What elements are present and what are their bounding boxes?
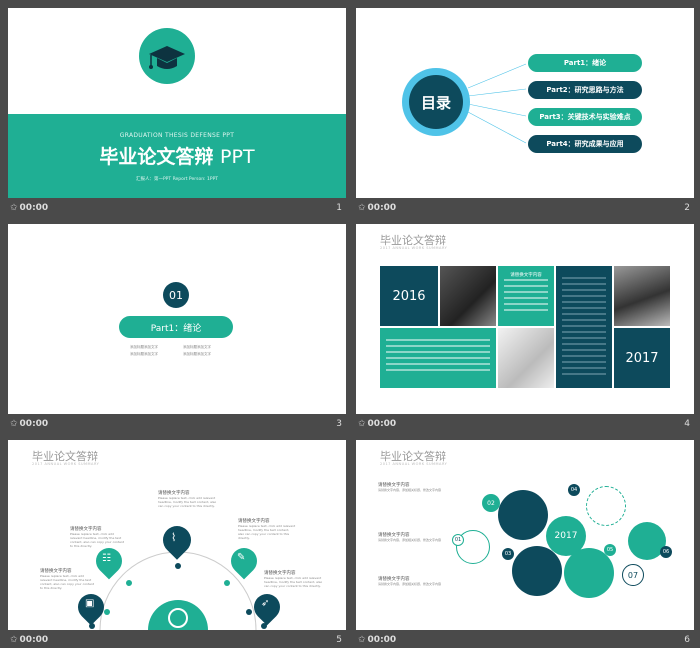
reporter-text: 汇报人：第一PPT Report Person: 1PPT bbox=[135, 177, 219, 182]
toc-part-3[interactable]: Part3：关键技术与实验难点 bbox=[528, 108, 642, 126]
caption-left-2: 请替换文字内容 Please replace text, click add r… bbox=[40, 568, 96, 590]
animation-star-icon: ✩ bbox=[358, 635, 366, 645]
toc-part-4[interactable]: Part4：研究成果与应用 bbox=[528, 135, 642, 153]
bubble-teal-bottom bbox=[564, 548, 614, 598]
toc-part-2[interactable]: Part2：研究思路与方法 bbox=[528, 81, 642, 99]
bubble-outline-top-right bbox=[586, 486, 626, 526]
bubble-label-05: 05 bbox=[604, 544, 616, 556]
slide-time: 00:00 bbox=[19, 635, 49, 645]
animation-star-icon: ✩ bbox=[10, 635, 18, 645]
slide-time: 00:00 bbox=[367, 635, 397, 645]
caption-left-1: 请替换文字内容 Please replace text, click add r… bbox=[70, 526, 126, 548]
slide-number: 6 bbox=[684, 635, 690, 645]
bubble-label-06: 06 bbox=[660, 546, 672, 558]
slide-number: 3 bbox=[336, 419, 342, 429]
bubble-navy-bottom-left bbox=[512, 546, 562, 596]
slide-number: 5 bbox=[336, 635, 342, 645]
paperclip-icon: ⌇ bbox=[171, 531, 177, 544]
bubble-label: 07 bbox=[627, 570, 639, 580]
slide-time: 00:00 bbox=[367, 203, 397, 213]
slide-subtitle: 2017 ANNUAL WORK SUMMARY bbox=[380, 462, 448, 466]
slide-time: 00:00 bbox=[19, 203, 49, 213]
text-placeholder-lines bbox=[386, 277, 606, 375]
bubble-label: 05 bbox=[606, 547, 614, 553]
bubble-label: 04 bbox=[570, 487, 578, 493]
section-bullets: 添加标题添加文字 添加标题添加文字 添加标题添加文字 添加标题添加文字 bbox=[130, 345, 230, 357]
bullet-text: 添加标题添加文字 bbox=[183, 352, 211, 356]
bullet-text: 添加标题添加文字 bbox=[130, 345, 158, 349]
caption-right-1: 请替换文字内容 Please replace text, click add r… bbox=[238, 518, 296, 540]
slide-number: 1 bbox=[336, 203, 342, 213]
bubble-label-01: 01 bbox=[452, 534, 464, 546]
left-text-3: 请替换文字内容 请替换文字内容，添加相关标题，修改文字内容 bbox=[378, 576, 446, 586]
rocket-icon: ➶ bbox=[261, 598, 270, 609]
slide-thumb-6[interactable]: 毕业论文答辩 2017 ANNUAL WORK SUMMARY 请替换文字内容 … bbox=[356, 440, 694, 630]
slide-time: 00:00 bbox=[367, 419, 397, 429]
left-text-2: 请替换文字内容 请替换文字内容，添加相关标题，修改文字内容 bbox=[378, 532, 446, 542]
bullet-text: 添加标题添加文字 bbox=[183, 345, 211, 349]
main-title: 毕业论文答辩 PPT bbox=[99, 146, 255, 168]
caption-body: Please replace text, click add relevant … bbox=[264, 576, 323, 588]
slide-thumb-5[interactable]: 毕业论文答辩 2017 ANNUAL WORK SUMMARY ☷ ⌇ ✎ ➶ … bbox=[8, 440, 346, 630]
slide-number: 2 bbox=[684, 203, 690, 213]
animation-star-icon: ✩ bbox=[358, 419, 366, 429]
caption-body: Please replace text, click add relevant … bbox=[238, 524, 296, 540]
bubble-label-04: 04 bbox=[568, 484, 580, 496]
globe-icon bbox=[168, 608, 188, 628]
slide-bar-3: ✩ 00:00 3 bbox=[8, 414, 346, 434]
slide-bar-2: ✩ 00:00 2 bbox=[356, 198, 694, 218]
slide-thumb-1[interactable]: GRADUATION THESIS DEFENSE PPT 毕业论文答辩 PPT… bbox=[8, 8, 346, 198]
cap-circle bbox=[139, 28, 195, 84]
animation-star-icon: ✩ bbox=[10, 419, 18, 429]
eyebrow-text: GRADUATION THESIS DEFENSE PPT bbox=[119, 132, 235, 139]
slide-thumb-3[interactable]: 01 Part1：绪论 添加标题添加文字 添加标题添加文字 添加标题添加文字 添… bbox=[8, 224, 346, 414]
text-body: 请替换文字内容，添加相关标题，修改文字内容 bbox=[378, 538, 442, 542]
caption-body: Please replace text, click add relevant … bbox=[158, 496, 217, 508]
left-text-1: 请替换文字内容 请替换文字内容，添加相关标题，修改文字内容 bbox=[378, 482, 446, 492]
bubble-navy-top bbox=[498, 490, 548, 540]
team-icon: ☷ bbox=[102, 553, 111, 564]
animation-star-icon: ✩ bbox=[358, 203, 366, 213]
caption-body: Please replace text, click add relevant … bbox=[70, 532, 125, 548]
bubble-teal-small: 02 bbox=[482, 494, 500, 512]
caption-right-2: 请替换文字内容 Please replace text, click add r… bbox=[264, 570, 324, 588]
caption-body: Please replace text, click add relevant … bbox=[40, 574, 95, 590]
bus-icon: ▣ bbox=[85, 598, 95, 609]
bullet-text: 添加标题添加文字 bbox=[130, 352, 158, 356]
toc-label: 目录 bbox=[420, 93, 451, 112]
bubble-label: 01 bbox=[454, 537, 462, 543]
bubble-label: 03 bbox=[504, 551, 512, 557]
slide-bar-1: ✩ 00:00 1 bbox=[8, 198, 346, 218]
slide-bar-6: ✩ 00:00 6 bbox=[356, 630, 694, 648]
section-pill: Part1：绪论 bbox=[119, 316, 233, 338]
slide-number: 4 bbox=[684, 419, 690, 429]
graduation-cap-icon bbox=[149, 46, 185, 69]
toc-part-1[interactable]: Part1：绪论 bbox=[528, 54, 642, 72]
section-badge: 01 bbox=[163, 282, 189, 308]
slide-thumb-2[interactable]: 目录 Part1：绪论 Part2：研究思路与方法 Part3：关键技术与实验难… bbox=[356, 8, 694, 198]
slide-bar-4: ✩ 00:00 4 bbox=[356, 414, 694, 434]
text-body: 请替换文字内容，添加相关标题，修改文字内容 bbox=[378, 582, 442, 586]
slide-bar-5: ✩ 00:00 5 bbox=[8, 630, 346, 648]
title-band: GRADUATION THESIS DEFENSE PPT 毕业论文答辩 PPT… bbox=[8, 114, 346, 198]
toc-center: 目录 bbox=[409, 75, 463, 129]
wrench-icon: ✎ bbox=[237, 552, 246, 563]
section-badge-number: 01 bbox=[169, 288, 183, 302]
slide-thumb-4[interactable]: 毕业论文答辩 2017 ANNUAL WORK SUMMARY 2016 请替换… bbox=[356, 224, 694, 414]
bubble-label: 06 bbox=[662, 549, 670, 555]
slide-time: 00:00 bbox=[19, 419, 49, 429]
bubble-label-07: 07 bbox=[622, 564, 644, 586]
bubble-label-03: 03 bbox=[502, 548, 514, 560]
animation-star-icon: ✩ bbox=[10, 203, 18, 213]
text-body: 请替换文字内容，添加相关标题，修改文字内容 bbox=[378, 488, 442, 492]
caption-top: 请替换文字内容 Please replace text, click add r… bbox=[158, 490, 218, 508]
bubble-label: 02 bbox=[487, 499, 495, 507]
center-year: 2017 bbox=[554, 531, 578, 541]
